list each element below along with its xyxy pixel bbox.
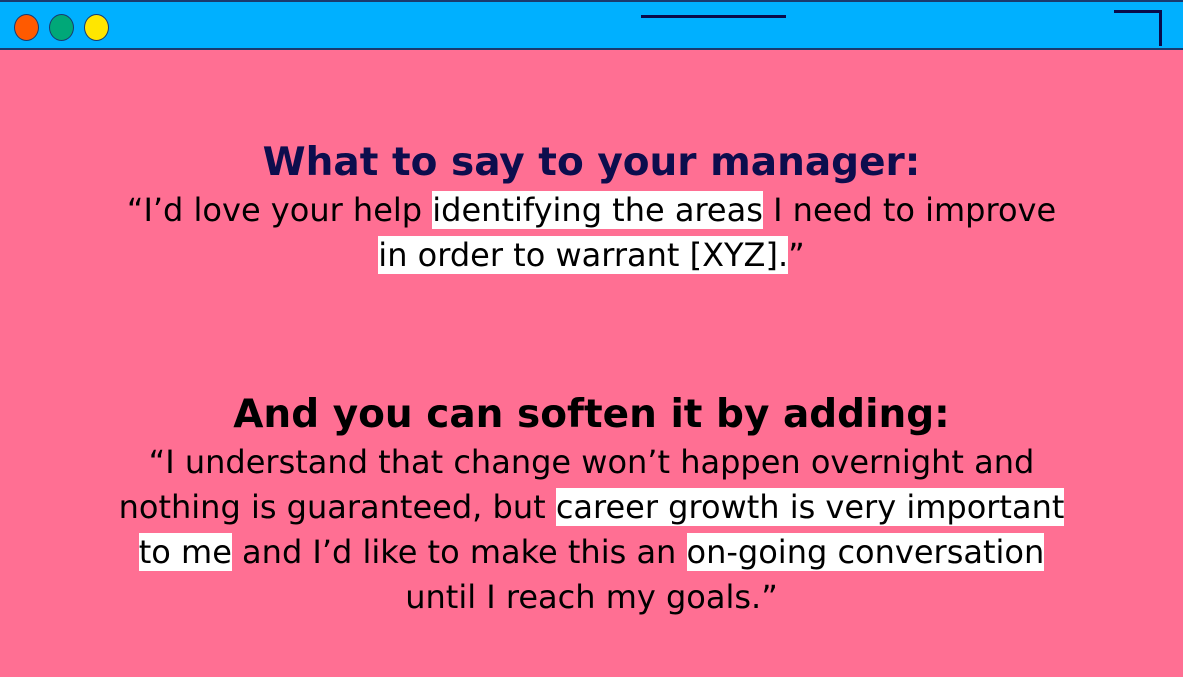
highlighted-text: identifying the areas xyxy=(432,191,763,229)
quote-line: “I understand that change won’t happen o… xyxy=(0,440,1183,485)
quote-line: nothing is guaranteed, but career growth… xyxy=(0,485,1183,530)
text-segment: and I’d like to make this an xyxy=(231,533,687,571)
text-segment: “I’d love your help xyxy=(126,191,433,229)
close-button[interactable] xyxy=(14,14,39,41)
titlebar-line-decoration xyxy=(641,15,786,18)
highlighted-text: career growth is very important xyxy=(555,488,1065,526)
quote-text: “I understand that change won’t happen o… xyxy=(0,440,1183,620)
quote-line: in order to warrant [XYZ].” xyxy=(0,233,1183,278)
section-heading: What to say to your manager: xyxy=(262,140,921,185)
section-manager: What to say to your manager: “I’d love y… xyxy=(0,138,1183,278)
highlighted-text: on-going conversation xyxy=(686,533,1045,571)
highlighted-text: in order to warrant [XYZ]. xyxy=(378,236,789,274)
quote-line: to me and I’d like to make this an on-go… xyxy=(0,530,1183,575)
section-soften: And you can soften it by adding: “I unde… xyxy=(0,390,1183,620)
window-titlebar xyxy=(0,0,1183,50)
maximize-button[interactable] xyxy=(84,14,109,41)
minimize-button[interactable] xyxy=(49,14,74,41)
highlighted-text: to me xyxy=(138,533,232,571)
text-segment: “I understand that change won’t happen o… xyxy=(148,443,1035,481)
section-heading: And you can soften it by adding: xyxy=(233,392,950,437)
text-segment: I need to improve xyxy=(762,191,1057,229)
quote-line: “I’d love your help identifying the area… xyxy=(0,188,1183,233)
text-segment: until I reach my goals.” xyxy=(405,578,778,616)
corner-icon xyxy=(1114,10,1162,46)
quote-line: until I reach my goals.” xyxy=(0,575,1183,620)
quote-text: “I’d love your help identifying the area… xyxy=(0,188,1183,278)
text-segment: ” xyxy=(788,236,805,274)
text-segment: nothing is guaranteed, but xyxy=(118,488,556,526)
